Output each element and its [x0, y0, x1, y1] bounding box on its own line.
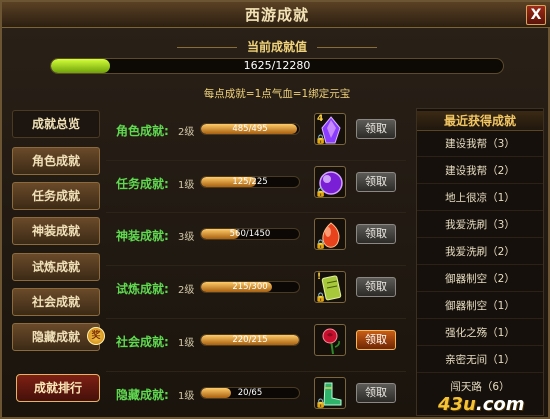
tab-social[interactable]: 社会成就 [12, 288, 100, 316]
tab-label: 神装成就 [31, 224, 80, 238]
green-boots-icon[interactable]: 🔒 [314, 377, 346, 409]
green-scroll-icon[interactable]: ! 🔒 [314, 271, 346, 303]
recent-achievement-item: 建设我帮（3） [417, 131, 543, 157]
tab-label: 社会成就 [31, 295, 80, 309]
category-progress-value: 20/65 [237, 388, 263, 398]
tab-quest[interactable]: 任务成就 [12, 182, 100, 210]
category-level: 1级 [178, 338, 195, 349]
category-progress-value: 215/300 [232, 282, 268, 292]
lock-icon: 🔒 [315, 135, 327, 145]
lock-icon: 🔒 [315, 240, 327, 250]
tab-role[interactable]: 角色成就 [12, 147, 100, 175]
tab-label: 试炼成就 [31, 260, 80, 274]
claim-button[interactable]: 领取 [356, 330, 396, 350]
claim-button[interactable]: 领取 [356, 172, 396, 192]
claim-button[interactable]: 领取 [356, 224, 396, 244]
category-row: 任务成就: 1级 125/225 🔒 领取 [106, 160, 406, 206]
total-progress-panel: 当前成就值 1625/12280 每点成就=1点气血=1绑定元宝 [32, 36, 522, 102]
category-label: 任务成就: [116, 177, 169, 191]
recent-achievement-item: 亲密无间（1） [417, 347, 543, 373]
tab-label: 任务成就 [31, 189, 80, 203]
lock-icon: 🔒 [315, 293, 327, 303]
category-level: 2级 [178, 285, 195, 296]
lock-icon: 🔒 [315, 188, 327, 198]
tab-label: 隐藏成就 [31, 330, 80, 344]
tab-label: 成就总览 [31, 117, 80, 131]
recent-achievement-item: 我爱洗刷（3） [417, 212, 543, 238]
claim-button[interactable]: 领取 [356, 277, 396, 297]
category-row: 隐藏成就: 1级 20/65 🔒 领取 [106, 371, 406, 417]
category-progress-value: 560/1450 [229, 229, 271, 239]
category-row: 神装成就: 3级 560/1450 🔒 领取 [106, 212, 406, 258]
progress-title: 当前成就值 [32, 38, 522, 55]
window-title: 西游成就 [244, 6, 309, 24]
category-row: 角色成就: 2级 485/495 4 🔒 领取 [106, 108, 406, 154]
reward-badge-icon: 奖 [87, 327, 105, 345]
watermark-suffix: .com [475, 394, 525, 415]
claim-button[interactable]: 领取 [356, 119, 396, 139]
achievement-ranking-button[interactable]: 成就排行 [16, 374, 100, 402]
recent-achievement-item: 地上很凉（1） [417, 185, 543, 211]
category-row: 试炼成就: 2级 215/300 ! 🔒 领取 [106, 265, 406, 311]
category-level: 1级 [178, 391, 195, 402]
rose-icon[interactable] [314, 324, 346, 356]
category-progress-value: 220/215 [232, 335, 268, 345]
tab-label: 角色成就 [31, 154, 80, 168]
category-level: 2级 [178, 127, 195, 138]
category-list: 角色成就: 2级 485/495 4 🔒 领取 任务成就: 1级 125/225… [106, 108, 406, 416]
category-label: 隐藏成就: [116, 388, 169, 402]
recent-achievement-item: 御器制空（2） [417, 266, 543, 292]
category-sidebar: 成就总览 角色成就 任务成就 神装成就 试炼成就 社会成就 隐藏成就 奖 成就排… [10, 110, 105, 415]
claim-button[interactable]: 领取 [356, 383, 396, 403]
progress-reward-note: 每点成就=1点气血=1绑定元宝 [203, 88, 351, 100]
watermark-brand: 43u [438, 394, 476, 415]
category-label: 角色成就: [116, 124, 169, 138]
category-progress-value: 125/225 [232, 177, 268, 187]
recent-achievement-item: 强化之殇（1） [417, 320, 543, 346]
purple-orb-icon[interactable]: 🔒 [314, 166, 346, 198]
category-level: 3级 [178, 232, 195, 243]
site-watermark-logo: 43u.com [438, 394, 525, 415]
category-row: 社会成就: 1级 220/215 领取 [106, 318, 406, 364]
recent-achievements-panel: 最近获得成就 建设我帮（3） 建设我帮（2） 地上很凉（1） 我爱洗刷（3） 我… [416, 108, 544, 416]
achievement-window: 西游成就 X 当前成就值 1625/12280 每点成就=1点气血=1绑定元宝 … [0, 0, 550, 419]
recent-achievement-item: 建设我帮（2） [417, 158, 543, 184]
tab-hidden[interactable]: 隐藏成就 奖 [12, 323, 105, 351]
category-progress-value: 485/495 [232, 124, 268, 134]
close-button[interactable]: X [526, 5, 546, 25]
tab-trial[interactable]: 试炼成就 [12, 253, 100, 281]
recent-achievement-item: 我爱洗刷（2） [417, 239, 543, 265]
total-progress-value: 1625/12280 [243, 59, 311, 72]
recent-achievements-title: 最近获得成就 [417, 111, 543, 131]
tab-overview[interactable]: 成就总览 [12, 110, 100, 138]
recent-achievement-item: 御器制空（1） [417, 293, 543, 319]
title-bar: 西游成就 X [2, 2, 550, 28]
category-label: 试炼成就: [116, 282, 169, 296]
lock-icon: 🔒 [315, 399, 327, 409]
category-label: 神装成就: [116, 229, 169, 243]
tab-divine-gear[interactable]: 神装成就 [12, 217, 100, 245]
item-count: ! [317, 272, 322, 282]
purple-crystal-icon[interactable]: 4 🔒 [314, 113, 346, 145]
red-gem-icon[interactable]: 🔒 [314, 218, 346, 250]
category-level: 1级 [178, 180, 195, 191]
item-count: 4 [317, 114, 324, 124]
category-label: 社会成就: [116, 335, 169, 349]
